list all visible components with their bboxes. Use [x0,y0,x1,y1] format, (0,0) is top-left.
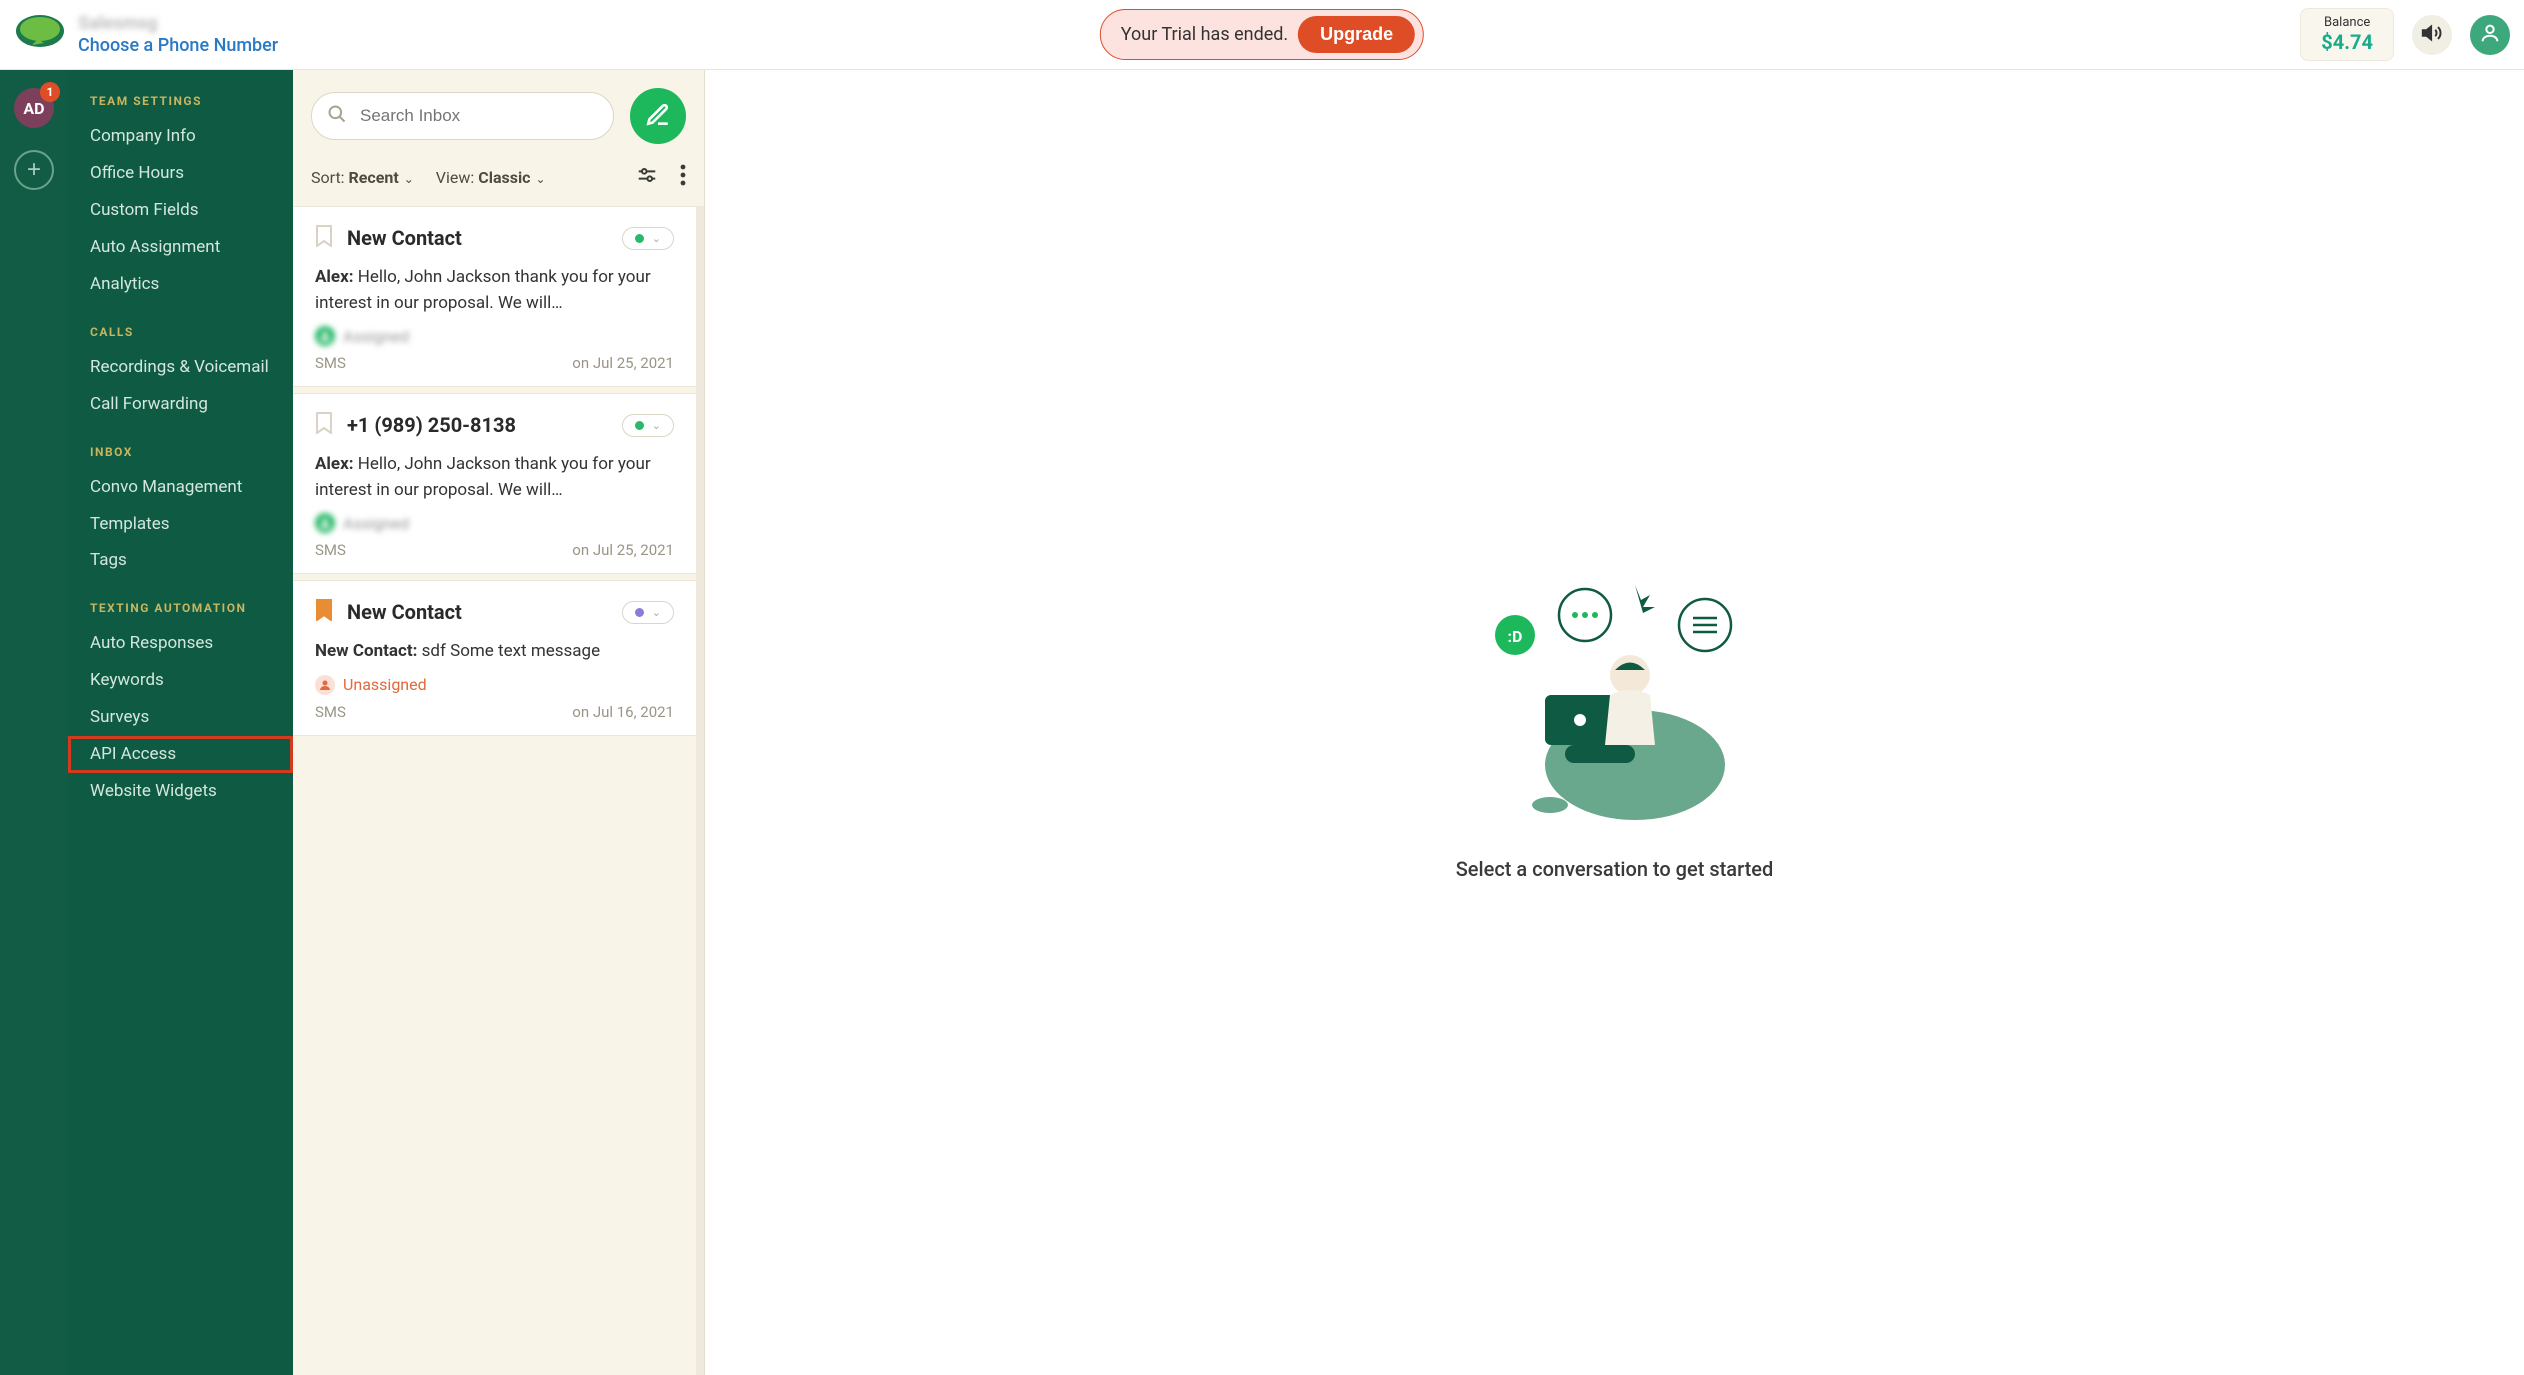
status-dot-icon [635,608,644,617]
person-icon [315,513,335,533]
search-icon [327,104,347,128]
sidebar-item[interactable]: Office Hours [68,155,293,192]
status-dot-icon [635,234,644,243]
compose-button[interactable] [630,88,686,144]
sidebar-item[interactable]: Tags [68,542,293,579]
sidebar-item[interactable]: Website Widgets [68,773,293,810]
empty-message: Select a conversation to get started [1456,857,1774,881]
sidebar-item[interactable]: Auto Responses [68,625,293,662]
sidebar-section-header: CALLS [68,321,293,349]
status-pill[interactable]: ⌄ [622,414,674,437]
svg-text::D: :D [1507,627,1522,646]
chevron-down-icon: ⌄ [401,172,414,186]
trial-banner: Your Trial has ended. Upgrade [1100,9,1424,60]
conversation-preview: New Contact: sdf Some text message [315,639,674,665]
logo-icon [14,11,66,59]
view-control[interactable]: View: Classic ⌄ [436,168,546,187]
conversation-title: New Contact [347,600,608,624]
settings-sidebar: TEAM SETTINGSCompany InfoOffice HoursCus… [68,70,293,1375]
assignee-name: Unassigned [343,675,427,694]
assignee-row: Assigned [315,326,674,346]
empty-illustration: :D [1485,565,1745,829]
avatar-initials: AD [23,99,44,118]
bookmark-icon[interactable] [315,599,333,625]
topbar: Salesmsg Choose a Phone Number Your Tria… [0,0,2524,70]
person-icon [2479,22,2501,47]
conversation-preview: Alex: Hello, John Jackson thank you for … [315,452,674,503]
plus-icon: + [27,156,41,184]
profile-button[interactable] [2470,15,2510,55]
filter-icon[interactable] [636,164,658,190]
upgrade-button[interactable]: Upgrade [1298,16,1415,53]
brand: Salesmsg Choose a Phone Number [14,11,278,59]
conversation-title: New Contact [347,226,608,250]
add-workspace-button[interactable]: + [14,150,54,190]
status-pill[interactable]: ⌄ [622,227,674,250]
sidebar-item[interactable]: Call Forwarding [68,386,293,423]
person-icon [315,675,335,695]
sidebar-item[interactable]: API Access [68,736,293,773]
sort-control[interactable]: Sort: Recent ⌄ [311,168,414,187]
conversation-item[interactable]: New Contact ⌄ New Contact: sdf Some text m… [293,580,696,736]
conversation-detail: :D Select a conversation to get started [705,70,2524,1375]
person-icon [315,326,335,346]
channel-label: SMS [315,541,346,559]
notification-badge: 1 [40,82,60,102]
sidebar-item[interactable]: Custom Fields [68,192,293,229]
status-pill[interactable]: ⌄ [622,601,674,624]
sidebar-section-header: TEAM SETTINGS [68,90,293,118]
conversation-title: +1 (989) 250-8138 [347,413,608,437]
assignee-row: Unassigned [315,675,674,695]
conversation-item[interactable]: New Contact ⌄ Alex: Hello, John Jackson th… [293,206,696,387]
assignee-row: Assigned [315,513,674,533]
chevron-down-icon: ⌄ [652,419,661,432]
conversation-preview: Alex: Hello, John Jackson thank you for … [315,265,674,316]
bookmark-icon[interactable] [315,225,333,251]
status-dot-icon [635,421,644,430]
search-input[interactable] [311,92,614,140]
compose-icon [645,102,671,131]
conversation-date: on Jul 25, 2021 [572,354,674,372]
brand-name: Salesmsg [78,13,278,35]
channel-label: SMS [315,703,346,721]
bookmark-icon[interactable] [315,412,333,438]
chevron-down-icon: ⌄ [652,232,661,245]
workspace-rail: AD 1 + [0,70,68,1375]
choose-phone-link[interactable]: Choose a Phone Number [78,35,278,57]
trial-text: Your Trial has ended. [1121,24,1288,45]
sidebar-item[interactable]: Analytics [68,266,293,303]
inbox-column: Sort: Recent ⌄ View: Classic ⌄ New [293,70,705,1375]
conversation-list: New Contact ⌄ Alex: Hello, John Jackson th… [293,206,704,1375]
sidebar-item[interactable]: Keywords [68,662,293,699]
workspace-avatar[interactable]: AD 1 [14,88,54,128]
sound-button[interactable] [2412,15,2452,55]
more-icon[interactable] [680,164,686,190]
conversation-date: on Jul 16, 2021 [572,703,674,721]
assignee-name: Assigned [343,514,409,533]
sidebar-item[interactable]: Company Info [68,118,293,155]
conversation-date: on Jul 25, 2021 [572,541,674,559]
channel-label: SMS [315,354,346,372]
sidebar-item[interactable]: Auto Assignment [68,229,293,266]
sidebar-section-header: INBOX [68,441,293,469]
chevron-down-icon: ⌄ [652,606,661,619]
conversation-item[interactable]: +1 (989) 250-8138 ⌄ Alex: Hello, John Jack… [293,393,696,574]
sidebar-item[interactable]: Recordings & Voicemail [68,349,293,386]
sidebar-item[interactable]: Surveys [68,699,293,736]
sound-icon [2421,22,2443,47]
balance-label: Balance [2321,15,2373,30]
chevron-down-icon: ⌄ [533,172,546,186]
balance-value: $4.74 [2321,30,2373,54]
assignee-name: Assigned [343,327,409,346]
sidebar-item[interactable]: Convo Management [68,469,293,506]
sidebar-item[interactable]: Templates [68,506,293,543]
balance-box[interactable]: Balance $4.74 [2300,8,2394,61]
sidebar-section-header: TEXTING AUTOMATION [68,597,293,625]
